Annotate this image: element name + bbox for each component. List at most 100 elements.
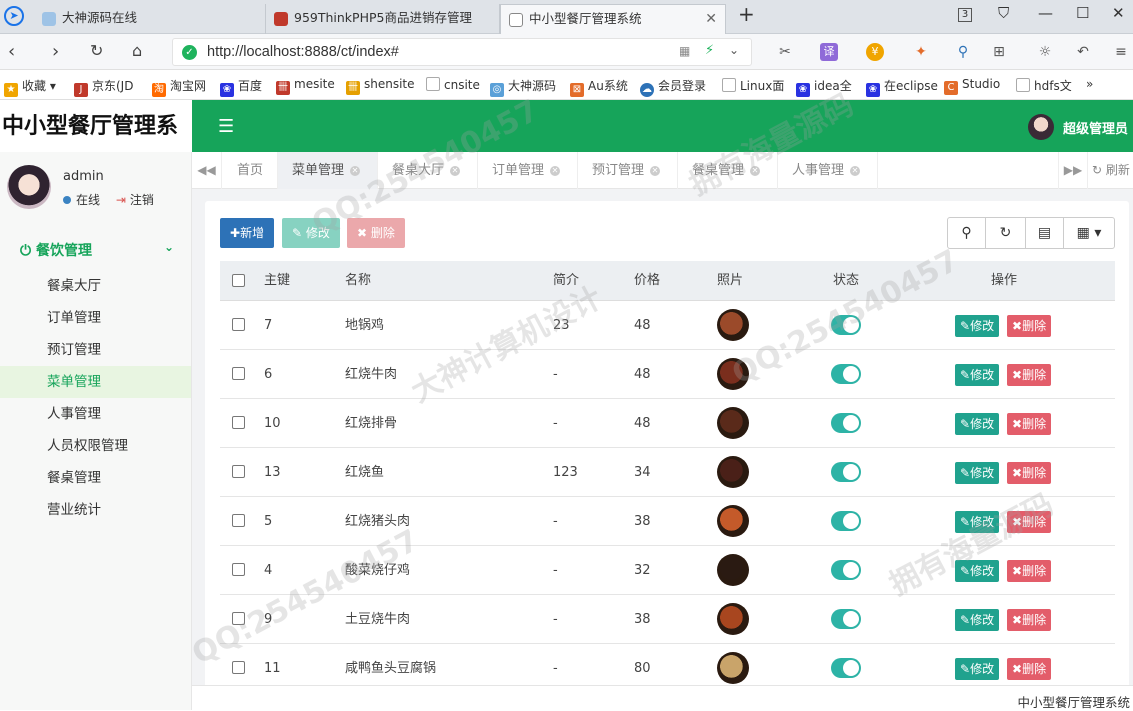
bookmark-item[interactable]: Linux面 [722, 77, 784, 94]
row-delete-button[interactable]: ✖删除 [1007, 462, 1052, 484]
bookmark-item[interactable]: hdfs文 [1016, 77, 1072, 94]
tabs-scroll-right-icon[interactable]: ▶▶ [1058, 152, 1088, 189]
tab-menu[interactable]: 菜单管理 ✕ [278, 152, 378, 189]
row-checkbox[interactable] [232, 563, 245, 576]
maximize-icon[interactable]: ☐ [1076, 4, 1089, 22]
row-delete-button[interactable]: ✖删除 [1007, 364, 1052, 386]
sidebar-item-orders[interactable]: 订单管理 [0, 302, 191, 334]
status-toggle[interactable] [831, 413, 861, 433]
columns-icon[interactable]: ▦ ▾ [1064, 218, 1114, 248]
browser-tab-2[interactable]: 959ThinkPHP5商品进销存管理 [266, 4, 500, 34]
close-tab-icon[interactable]: ✕ [350, 166, 361, 176]
undo-icon[interactable]: ↶ [1074, 43, 1092, 61]
home-icon[interactable]: ⌂ [132, 41, 142, 60]
col-name[interactable]: 名称 [345, 261, 371, 301]
tab-orders[interactable]: 订单管理 ✕ [478, 152, 578, 189]
status-toggle[interactable] [831, 658, 861, 678]
sidebar-item-dining-hall[interactable]: 餐桌大厅 [0, 270, 191, 302]
sidebar-item-personnel[interactable]: 人事管理 [0, 398, 191, 430]
url-field[interactable]: ✓ http://localhost:8888/ct/index# ▦ ⚡ ⌄ [172, 38, 752, 66]
tab-home[interactable]: 首页 [223, 152, 278, 189]
select-all-checkbox[interactable] [232, 274, 245, 287]
row-checkbox[interactable] [232, 416, 245, 429]
hamburger-icon[interactable]: ☰ [218, 116, 234, 137]
back-icon[interactable]: ‹ [8, 41, 15, 62]
logout-icon[interactable]: ⇥ [116, 193, 126, 207]
logout-link[interactable]: 注销 [130, 193, 154, 207]
row-edit-button[interactable]: ✎修改 [955, 413, 1000, 435]
row-edit-button[interactable]: ✎修改 [955, 658, 1000, 680]
close-tab-icon[interactable]: ✕ [705, 5, 717, 33]
row-edit-button[interactable]: ✎修改 [955, 609, 1000, 631]
browser-tab-3[interactable]: 中小型餐厅管理系统 ✕ [500, 4, 726, 34]
close-tab-icon[interactable]: ✕ [850, 166, 861, 176]
menu-icon[interactable]: ≡ [1112, 43, 1130, 61]
row-checkbox[interactable] [232, 367, 245, 380]
sidebar-item-reservations[interactable]: 预订管理 [0, 334, 191, 366]
avatar[interactable] [1028, 114, 1054, 140]
bookmark-item[interactable]: ❀ 在eclipse [866, 77, 938, 97]
status-toggle[interactable] [831, 511, 861, 531]
close-tab-icon[interactable]: ✕ [650, 166, 661, 176]
bookmark-item[interactable]: ⊠ Au系统 [570, 77, 628, 97]
bookmark-item[interactable]: ★ 收藏 ▾ [4, 77, 56, 97]
grid-icon[interactable]: ▦ [679, 44, 690, 58]
row-delete-button[interactable]: ✖删除 [1007, 315, 1052, 337]
row-checkbox[interactable] [232, 465, 245, 478]
chevron-down-icon[interactable]: ⌄ [729, 43, 739, 57]
bookmark-item[interactable]: ☁ 会员登录 [640, 77, 706, 97]
row-checkbox[interactable] [232, 318, 245, 331]
row-delete-button[interactable]: ✖删除 [1007, 511, 1052, 533]
add-button[interactable]: ✚新增 [220, 218, 275, 248]
row-edit-button[interactable]: ✎修改 [955, 364, 1000, 386]
row-delete-button[interactable]: ✖删除 [1007, 658, 1052, 680]
refresh-icon[interactable]: ↻ [986, 218, 1026, 248]
row-edit-button[interactable]: ✎修改 [955, 462, 1000, 484]
edit-button[interactable]: ✎ 修改 [282, 218, 340, 248]
row-delete-button[interactable]: ✖删除 [1007, 560, 1052, 582]
bookmark-item[interactable]: J 京东(JD [74, 77, 133, 97]
row-edit-button[interactable]: ✎修改 [955, 511, 1000, 533]
status-toggle[interactable] [831, 560, 861, 580]
bookmark-item[interactable]: ❀ 百度 [220, 77, 262, 97]
coin-icon[interactable]: ¥ [866, 43, 884, 61]
tabs-scroll-left-icon[interactable]: ◀◀ [192, 152, 222, 189]
tab-reservations[interactable]: 预订管理 ✕ [578, 152, 678, 189]
row-delete-button[interactable]: ✖删除 [1007, 609, 1052, 631]
minimize-icon[interactable]: — [1038, 4, 1053, 22]
row-checkbox[interactable] [232, 612, 245, 625]
bookmark-item[interactable]: 卌 shensite [346, 77, 415, 95]
row-delete-button[interactable]: ✖删除 [1007, 413, 1052, 435]
sidebar-item-permissions[interactable]: 人员权限管理 [0, 430, 191, 462]
refresh-button[interactable]: ↻ 刷新 [1092, 152, 1130, 189]
tab-tables[interactable]: 餐桌管理 ✕ [678, 152, 778, 189]
close-tab-icon[interactable]: ✕ [750, 166, 761, 176]
top-username[interactable]: 超级管理员 [1063, 118, 1128, 137]
toggle-view-icon[interactable]: ▤ [1026, 218, 1064, 248]
search-icon[interactable]: ⚲ [954, 43, 972, 61]
bookmark-item[interactable]: ❀ idea全 [796, 77, 852, 97]
col-intro[interactable]: 简介 [553, 261, 579, 301]
row-checkbox[interactable] [232, 514, 245, 527]
nav-group-catering[interactable]: ⏻ 餐饮管理 ⌄ [20, 240, 174, 260]
sidebar-item-menu[interactable]: 菜单管理 [0, 366, 191, 398]
tab-count-badge[interactable]: 3 [958, 8, 972, 22]
bookmark-item[interactable]: 卌 mesite [276, 77, 335, 95]
row-edit-button[interactable]: ✎修改 [955, 315, 1000, 337]
status-toggle[interactable] [831, 364, 861, 384]
brightness-icon[interactable]: ☼ [1036, 43, 1054, 61]
sidebar-item-tables[interactable]: 餐桌管理 [0, 462, 191, 494]
lightning-icon[interactable]: ⚡ [705, 43, 714, 58]
scissors-icon[interactable]: ✂ [776, 43, 794, 61]
game-icon[interactable]: ✦ [912, 43, 930, 61]
bookmarks-more[interactable]: » [1086, 77, 1093, 91]
new-tab-icon[interactable]: + [738, 2, 755, 26]
forward-icon[interactable]: › [52, 41, 59, 62]
row-checkbox[interactable] [232, 661, 245, 674]
bookmark-item[interactable]: ◎ 大神源码 [490, 77, 556, 97]
bookmark-item[interactable]: cnsite [426, 77, 480, 92]
row-edit-button[interactable]: ✎修改 [955, 560, 1000, 582]
tab-personnel[interactable]: 人事管理 ✕ [778, 152, 878, 189]
shirt-icon[interactable]: ⛉ [998, 4, 1009, 22]
search-icon[interactable]: ⚲ [948, 218, 986, 248]
